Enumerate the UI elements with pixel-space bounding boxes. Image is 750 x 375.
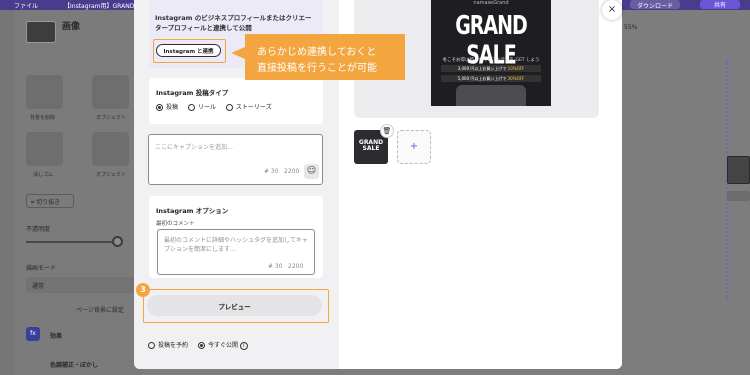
offer-text: 5,000 円以上お買い上げで [457,76,508,81]
set-background-button[interactable]: ページ背景に設定 [76,305,124,314]
crop-label: 切り抜き [36,199,61,206]
emoji-icon[interactable]: ☺ [304,164,319,179]
effects-label[interactable]: 効果 [50,331,62,340]
offer-highlight: 10%OFF [507,66,525,71]
trash-icon[interactable]: 🗑 [380,124,394,138]
instagram-options-card: Instagram オプション 最初のコメント 最初のコメントに詳細やハッシュタ… [149,196,323,278]
option-label: 投稿 [166,104,179,111]
connect-highlight: Instagram と連携 [153,39,226,63]
radio-icon [187,104,195,111]
poster-brand: namaseGrand [473,0,509,6]
offer-text: 3,000 円以上お買い上げで [457,66,508,71]
post-type-card: Instagram 投稿タイプ [149,78,323,124]
annotation-callout: あらかじめ連携しておくと 直接投稿を行うことが可能 [231,34,405,80]
post-type-option-post[interactable]: 投稿 [156,102,178,111]
post-type-options: 投稿 リール ストーリーズ [156,102,280,111]
option-label: 投稿を予約 [158,342,189,349]
first-comment-placeholder: 最初のコメントに詳細やハッシュタグを追加してキャプションを簡潔にします… [164,237,308,253]
object-tool-2-label: オブジェクト [96,172,127,178]
page-thumbnail[interactable] [727,156,750,184]
object-tool-2[interactable] [92,132,129,166]
side-rail [0,10,14,375]
caption-input[interactable]: ここにキャプションを追加… # 30 2200 ☺ [148,134,323,185]
callout-line-2: 直接投稿を行うことが可能 [257,63,377,74]
post-type-option-stories[interactable]: ストーリーズ [225,102,272,111]
effects-icon[interactable]: fx [26,327,40,341]
image-thumbnail [26,21,56,43]
poster-offer-1: 3,000 円以上お買い上げで 10%OFF [441,65,541,72]
page-thumbnail-2[interactable] [727,191,750,201]
crop-button[interactable]: ⌗ 切り抜き [26,194,74,208]
download-button[interactable]: ダウンロード [630,0,681,10]
edit-image-sidebar [0,10,143,375]
blend-mode-select[interactable]: 通常 [26,277,136,293]
option-label: リール [197,104,216,111]
object-tool[interactable] [92,75,129,109]
opacity-slider-track[interactable] [26,241,118,243]
bg-remover-tool[interactable] [26,75,63,109]
file-menu[interactable]: ファイル [14,1,38,10]
comment-hashtag-count: # 30 [268,263,283,270]
blend-mode-label: 描画モード [26,265,57,272]
object-tool-label: オブジェクト [96,115,127,121]
eraser-tool[interactable] [26,132,63,166]
caption-hashtag-count: # 30 [264,168,279,175]
thumbnail-text: GRAND SALE [358,139,384,152]
connect-description: Instagram のビジネスプロフィールまたはクリエータープロフィールと連携し… [155,14,312,32]
first-comment-input[interactable]: 最初のコメントに詳細やハッシュタグを追加してキャプションを簡潔にします… # 3… [157,229,315,275]
schedule-option[interactable]: 投稿を予約 [148,340,188,349]
connect-instagram-button[interactable]: Instagram と連携 [156,44,221,57]
radio-selected-icon [197,342,205,349]
preview-highlight: プレビュー [143,289,329,323]
opacity-label: 不透明度 [26,226,51,233]
sidebar-title: 画像 [62,22,81,32]
poster-offer-2: 5,000 円以上お買い上げで 30%OFF [441,75,541,82]
post-type-title: Instagram 投稿タイプ [156,89,229,97]
post-image: namaseGrand GRAND SALE 冬こそお得に新しかったアイテムを … [431,0,551,106]
info-icon[interactable]: i [239,341,248,350]
publish-timing-options: 投稿を予約 今すぐ公開 i [148,340,256,350]
offer-highlight: 30%OFF [507,76,525,81]
eraser-label: 消しゴム [33,172,54,178]
zoom-level[interactable]: 55% [624,24,637,31]
option-label: ストーリーズ [235,104,272,111]
comment-char-count: 2200 [288,263,304,270]
first-comment-label: 最初のコメント [156,221,195,227]
close-icon[interactable]: × [602,0,622,20]
step-badge: 3 [136,283,150,297]
publish-now-option[interactable]: 今すぐ公開 i [197,340,248,350]
adjust-label[interactable]: 色調補正・ぼかし [50,360,98,369]
preview-button[interactable]: プレビュー [147,295,322,316]
add-image-button[interactable]: + [397,130,431,164]
caption-char-count: 2200 [284,168,300,175]
radio-icon [148,342,155,349]
bg-remover-label: 背景を削除 [30,115,56,121]
caption-placeholder: ここにキャプションを追加… [155,144,234,151]
option-label: 今すぐ公開 [207,342,238,349]
options-title: Instagram オプション [156,207,229,215]
poster-tagline: 冬こそお得に新しかったアイテムを GET しよう [442,58,540,63]
opacity-slider-knob[interactable] [112,236,123,247]
radio-selected-icon [156,104,163,111]
poster-model-image [456,85,526,106]
post-type-option-reel[interactable]: リール [187,102,216,111]
radio-icon [225,104,233,111]
callout-line-1: あらかじめ連携しておくと [257,47,377,58]
share-button[interactable]: 共有 [700,0,740,9]
